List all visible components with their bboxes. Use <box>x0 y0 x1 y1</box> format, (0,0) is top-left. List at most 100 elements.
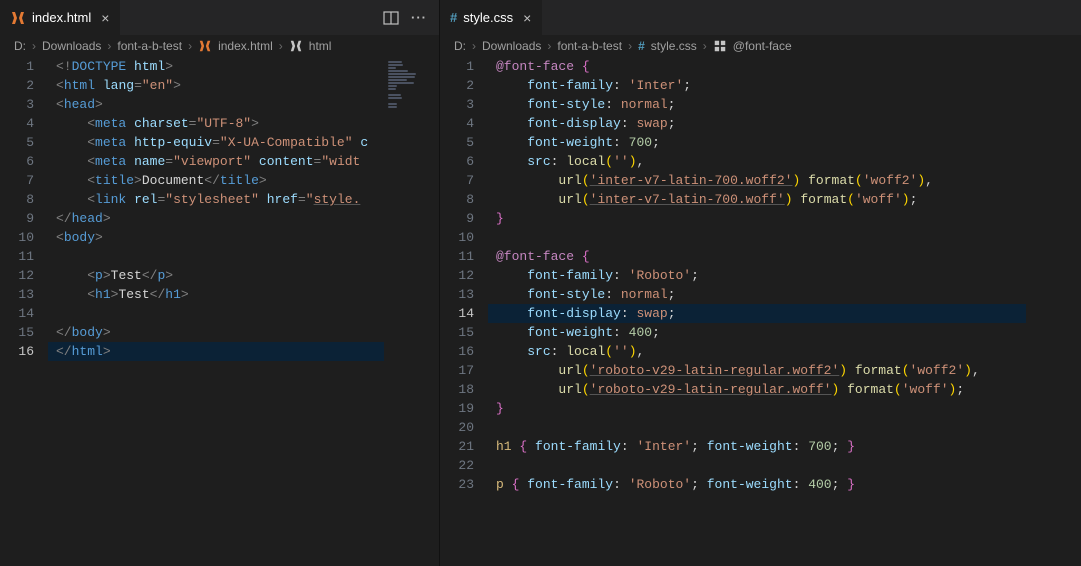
line-number: 3 <box>0 95 34 114</box>
code-content[interactable]: @font-face { font-family: 'Inter'; font-… <box>488 57 1081 566</box>
code-line[interactable]: font-family: 'Inter'; <box>488 76 1026 95</box>
line-number: 14 <box>0 304 34 323</box>
code-line[interactable] <box>488 456 1026 475</box>
code-line[interactable]: <!DOCTYPE html> <box>48 57 384 76</box>
code-line[interactable]: url('inter-v7-latin-700.woff') format('w… <box>488 190 1026 209</box>
code-line[interactable]: src: local(''), <box>488 342 1026 361</box>
breadcrumb-segment[interactable]: D: <box>14 39 26 53</box>
line-number: 16 <box>0 342 34 361</box>
line-number: 9 <box>440 209 474 228</box>
tab-index-html[interactable]: index.html × <box>0 0 120 35</box>
line-number: 6 <box>440 152 474 171</box>
code-line[interactable]: url('roboto-v29-latin-regular.woff2') fo… <box>488 361 1026 380</box>
line-number: 16 <box>440 342 474 361</box>
code-line[interactable]: </head> <box>48 209 384 228</box>
code-line[interactable]: font-style: normal; <box>488 285 1026 304</box>
breadcrumb[interactable]: D:› Downloads› font-a-b-test› # style.cs… <box>440 35 1081 57</box>
tab-label: style.css <box>463 10 513 25</box>
close-tab-icon[interactable]: × <box>523 10 531 26</box>
code-line[interactable] <box>488 418 1026 437</box>
line-number: 1 <box>440 57 474 76</box>
code-line[interactable]: @font-face { <box>488 247 1026 266</box>
line-number: 7 <box>0 171 34 190</box>
symbol-tag-icon <box>289 39 303 53</box>
code-line[interactable]: url('inter-v7-latin-700.woff2') format('… <box>488 171 1026 190</box>
line-number: 11 <box>440 247 474 266</box>
tab-style-css[interactable]: # style.css × <box>440 0 542 35</box>
line-number: 13 <box>0 285 34 304</box>
breadcrumb[interactable]: D:› Downloads› font-a-b-test› index.html… <box>0 35 439 57</box>
code-line[interactable]: } <box>488 209 1026 228</box>
code-line[interactable] <box>48 247 384 266</box>
code-editor[interactable]: 12345678910111213141516 <!DOCTYPE html><… <box>0 57 439 566</box>
code-line[interactable]: <meta http-equiv="X-UA-Compatible" c <box>48 133 384 152</box>
code-line[interactable]: <head> <box>48 95 384 114</box>
line-number: 17 <box>440 361 474 380</box>
css-file-icon: # <box>450 10 457 25</box>
code-content[interactable]: <!DOCTYPE html><html lang="en"><head> <m… <box>48 57 439 566</box>
code-line[interactable]: font-weight: 700; <box>488 133 1026 152</box>
breadcrumb-segment[interactable]: font-a-b-test <box>117 39 182 53</box>
code-line[interactable]: } <box>488 399 1026 418</box>
breadcrumb-segment[interactable]: html <box>309 39 332 53</box>
code-line[interactable]: url('roboto-v29-latin-regular.woff') for… <box>488 380 1026 399</box>
line-number: 12 <box>0 266 34 285</box>
code-line[interactable]: font-display: swap; <box>488 304 1026 323</box>
code-line[interactable]: <meta name="viewport" content="widt <box>48 152 384 171</box>
code-line[interactable]: @font-face { <box>488 57 1026 76</box>
breadcrumb-segment[interactable]: index.html <box>218 39 273 53</box>
code-line[interactable]: <link rel="stylesheet" href="style. <box>48 190 384 209</box>
code-line[interactable]: </html> <box>48 342 384 361</box>
line-number-gutter: 12345678910111213141516 <box>0 57 48 566</box>
editor-split: index.html × ··· D:› Downloads› font-a-b… <box>0 0 1081 566</box>
tab-label: index.html <box>32 10 91 25</box>
code-line[interactable]: </body> <box>48 323 384 342</box>
css-file-icon: # <box>638 39 645 53</box>
tab-bar: index.html × ··· <box>0 0 439 35</box>
line-number: 21 <box>440 437 474 456</box>
editor-pane-right: # style.css × D:› Downloads› font-a-b-te… <box>440 0 1081 566</box>
line-number: 4 <box>440 114 474 133</box>
breadcrumb-segment[interactable]: style.css <box>651 39 697 53</box>
line-number: 9 <box>0 209 34 228</box>
line-number: 23 <box>440 475 474 494</box>
line-number: 4 <box>0 114 34 133</box>
line-number: 10 <box>440 228 474 247</box>
breadcrumb-segment[interactable]: D: <box>454 39 466 53</box>
code-line[interactable]: <html lang="en"> <box>48 76 384 95</box>
code-line[interactable]: h1 { font-family: 'Inter'; font-weight: … <box>488 437 1026 456</box>
code-line[interactable]: <p>Test</p> <box>48 266 384 285</box>
minimap[interactable] <box>384 57 439 566</box>
code-line[interactable]: p { font-family: 'Roboto'; font-weight: … <box>488 475 1026 494</box>
code-line[interactable]: font-weight: 400; <box>488 323 1026 342</box>
breadcrumb-segment[interactable]: @font-face <box>733 39 792 53</box>
code-line[interactable]: font-style: normal; <box>488 95 1026 114</box>
line-number: 8 <box>440 190 474 209</box>
code-line[interactable]: src: local(''), <box>488 152 1026 171</box>
code-line[interactable] <box>488 228 1026 247</box>
code-line[interactable]: <meta charset="UTF-8"> <box>48 114 384 133</box>
breadcrumb-segment[interactable]: font-a-b-test <box>557 39 622 53</box>
breadcrumb-segment[interactable]: Downloads <box>482 39 541 53</box>
code-line[interactable]: font-display: swap; <box>488 114 1026 133</box>
line-number: 11 <box>0 247 34 266</box>
line-number: 7 <box>440 171 474 190</box>
split-editor-icon[interactable] <box>383 10 399 26</box>
code-line[interactable]: font-family: 'Roboto'; <box>488 266 1026 285</box>
line-number: 22 <box>440 456 474 475</box>
line-number: 5 <box>0 133 34 152</box>
code-line[interactable] <box>48 304 384 323</box>
breadcrumb-segment[interactable]: Downloads <box>42 39 101 53</box>
code-line[interactable]: <h1>Test</h1> <box>48 285 384 304</box>
code-line[interactable]: <body> <box>48 228 384 247</box>
line-number: 5 <box>440 133 474 152</box>
code-editor[interactable]: 1234567891011121314151617181920212223 @f… <box>440 57 1081 566</box>
more-actions-icon[interactable]: ··· <box>411 10 427 25</box>
close-tab-icon[interactable]: × <box>101 10 109 26</box>
code-line[interactable]: <title>Document</title> <box>48 171 384 190</box>
line-number: 6 <box>0 152 34 171</box>
line-number: 18 <box>440 380 474 399</box>
tab-bar: # style.css × <box>440 0 1081 35</box>
line-number: 2 <box>440 76 474 95</box>
line-number: 14 <box>440 304 474 323</box>
